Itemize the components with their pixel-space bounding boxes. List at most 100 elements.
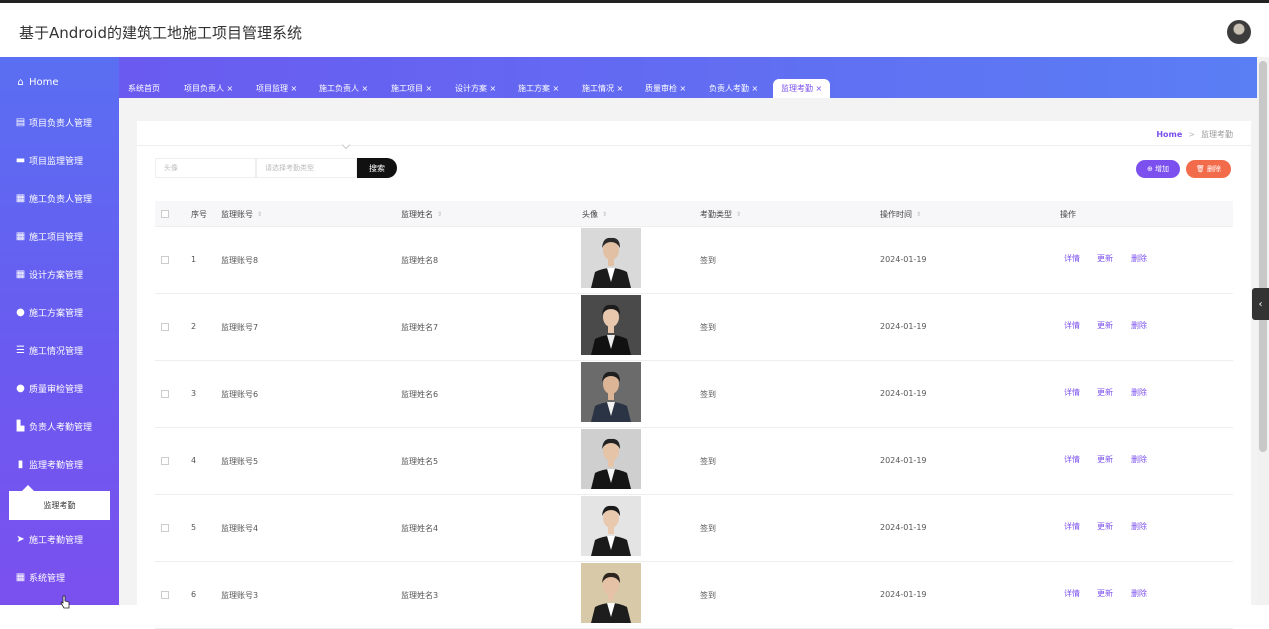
attendance-type-select[interactable]: 请选择考勤类型 (256, 158, 357, 178)
user-icon: ● (16, 306, 25, 318)
chevron-left-icon[interactable]: ‹ (1252, 288, 1269, 320)
sidebar-item-design-plan[interactable]: ▦ 设计方案管理 (0, 255, 119, 293)
delete-link[interactable]: 删除 (1131, 253, 1147, 264)
tab-project-leader[interactable]: 项目负责人 × (184, 79, 233, 98)
row-no: 1 (191, 255, 197, 264)
person-portrait-icon (581, 362, 641, 422)
row-account: 监理账号8 (221, 256, 259, 265)
sort-icon[interactable]: ⇕ (602, 211, 607, 218)
row-type: 签到 (700, 524, 716, 533)
delete-link[interactable]: 删除 (1131, 320, 1147, 331)
page-scrollbar[interactable] (1257, 57, 1269, 605)
add-button[interactable]: ⊕ 增加 (1136, 160, 1180, 178)
table-row: 3 监理账号6 监理姓名6 签到 2024-01-19 详情 更新 删除 (155, 361, 1233, 428)
breadcrumb-home[interactable]: Home (1156, 130, 1182, 139)
row-account: 监理账号4 (221, 524, 259, 533)
search-button[interactable]: 搜索 (357, 158, 397, 178)
sidebar-item-leader-attendance[interactable]: ▙ 负责人考勤管理 (0, 407, 119, 445)
sidebar-item-label: 施工考勤管理 (29, 535, 84, 546)
sort-icon[interactable]: ⇕ (916, 211, 921, 218)
row-checkbox[interactable] (161, 323, 169, 331)
tab-quality-inspection[interactable]: 质量审检 × (645, 79, 686, 98)
scrollbar-thumb[interactable] (1259, 61, 1267, 452)
detail-link[interactable]: 详情 (1064, 253, 1080, 264)
delete-button[interactable]: 🗑 删除 (1186, 160, 1231, 178)
sidebar-item-project-leader[interactable]: ▤ 项目负责人管理 (0, 103, 119, 141)
row-checkbox[interactable] (161, 524, 169, 532)
row-checkbox[interactable] (161, 390, 169, 398)
table-row: 4 监理账号5 监理姓名5 签到 2024-01-19 详情 更新 删除 (155, 428, 1233, 495)
detail-link[interactable]: 详情 (1064, 454, 1080, 465)
table-row: 5 监理账号4 监理姓名4 签到 2024-01-19 详情 更新 删除 (155, 495, 1233, 562)
person-portrait-icon (581, 295, 641, 355)
delete-link[interactable]: 删除 (1131, 521, 1147, 532)
sidebar-item-system[interactable]: ▦ 系统管理 (0, 558, 119, 596)
update-link[interactable]: 更新 (1097, 588, 1113, 599)
update-link[interactable]: 更新 (1097, 320, 1113, 331)
row-time: 2024-01-19 (880, 322, 927, 331)
row-no: 6 (191, 590, 197, 599)
row-account: 监理账号7 (221, 323, 259, 332)
avatar-search-input[interactable]: 头像 (155, 158, 256, 178)
sidebar-item-construction-project[interactable]: ▦ 施工项目管理 (0, 217, 119, 255)
row-name: 监理姓名7 (401, 323, 439, 332)
tab-design-plan[interactable]: 设计方案 × (455, 79, 496, 98)
update-link[interactable]: 更新 (1097, 521, 1113, 532)
sort-icon[interactable]: ⇕ (736, 211, 741, 218)
avatar-photo (581, 496, 641, 556)
sidebar-item-quality-inspection[interactable]: ● 质量审检管理 (0, 369, 119, 407)
row-name: 监理姓名4 (401, 524, 439, 533)
row-no: 4 (191, 456, 197, 465)
row-checkbox[interactable] (161, 457, 169, 465)
row-time: 2024-01-19 (880, 255, 927, 264)
sidebar-item-project-supervisor[interactable]: ▬ 项目监理管理 (0, 141, 119, 179)
row-account: 监理账号3 (221, 591, 259, 600)
sidebar-item-construction-attendance[interactable]: ➤ 施工考勤管理 (0, 520, 119, 558)
update-link[interactable]: 更新 (1097, 454, 1113, 465)
column-header-time[interactable]: 操作时间 ⇕ (880, 201, 921, 227)
tab-supervisor-attendance[interactable]: 监理考勤 × (773, 79, 831, 98)
delete-link[interactable]: 删除 (1131, 588, 1147, 599)
grid-icon: ▦ (15, 230, 26, 242)
tab-leader-attendance[interactable]: 负责人考勤 × (709, 79, 758, 98)
user-avatar[interactable] (1227, 20, 1251, 44)
divider-notch (341, 140, 351, 150)
sort-icon[interactable]: ⇕ (437, 211, 442, 218)
row-type: 签到 (700, 457, 716, 466)
sidebar-item-home[interactable]: ⌂ Home (0, 63, 119, 101)
update-link[interactable]: 更新 (1097, 253, 1113, 264)
tab-project-supervisor[interactable]: 项目监理 × (256, 79, 297, 98)
sidebar-item-construction-leader[interactable]: ▦ 施工负责人管理 (0, 179, 119, 217)
tab-home[interactable]: 系统首页 (128, 79, 160, 98)
sidebar-item-supervisor-attendance[interactable]: ▮ 监理考勤管理 (0, 445, 119, 483)
row-checkbox[interactable] (161, 591, 169, 599)
sidebar-item-label: 质量审检管理 (29, 384, 84, 395)
sidebar-subitem-supervisor-attendance[interactable]: 监理考勤 (9, 491, 110, 520)
update-link[interactable]: 更新 (1097, 387, 1113, 398)
select-all-checkbox[interactable] (161, 210, 169, 218)
column-header-account[interactable]: 监理账号 ⇕ (221, 201, 262, 227)
detail-link[interactable]: 详情 (1064, 588, 1080, 599)
briefcase-icon: ▬ (15, 154, 26, 166)
detail-link[interactable]: 详情 (1064, 387, 1080, 398)
sidebar-item-construction-plan[interactable]: ● 施工方案管理 (0, 293, 119, 331)
tab-construction-status[interactable]: 施工情况 × (582, 79, 623, 98)
row-type: 签到 (700, 591, 716, 600)
delete-link[interactable]: 删除 (1131, 454, 1147, 465)
sort-icon[interactable]: ⇕ (257, 211, 262, 218)
delete-link[interactable]: 删除 (1131, 387, 1147, 398)
breadcrumb-separator: > (1188, 130, 1195, 139)
tab-construction-leader[interactable]: 施工负责人 × (319, 79, 368, 98)
sidebar-item-label: 负责人考勤管理 (29, 422, 93, 433)
tab-construction-project[interactable]: 施工项目 × (391, 79, 432, 98)
column-header-name[interactable]: 监理姓名 ⇕ (401, 201, 442, 227)
row-checkbox[interactable] (161, 256, 169, 264)
sidebar-item-construction-status[interactable]: ☰ 施工情况管理 (0, 331, 119, 369)
grid-icon: ▦ (15, 571, 26, 583)
bulb-icon: ● (16, 382, 25, 394)
column-header-avatar[interactable]: 头像 ⇕ (582, 201, 607, 227)
column-header-type[interactable]: 考勤类型 ⇕ (700, 201, 741, 227)
detail-link[interactable]: 详情 (1064, 320, 1080, 331)
detail-link[interactable]: 详情 (1064, 521, 1080, 532)
tab-construction-plan[interactable]: 施工方案 × (518, 79, 559, 98)
